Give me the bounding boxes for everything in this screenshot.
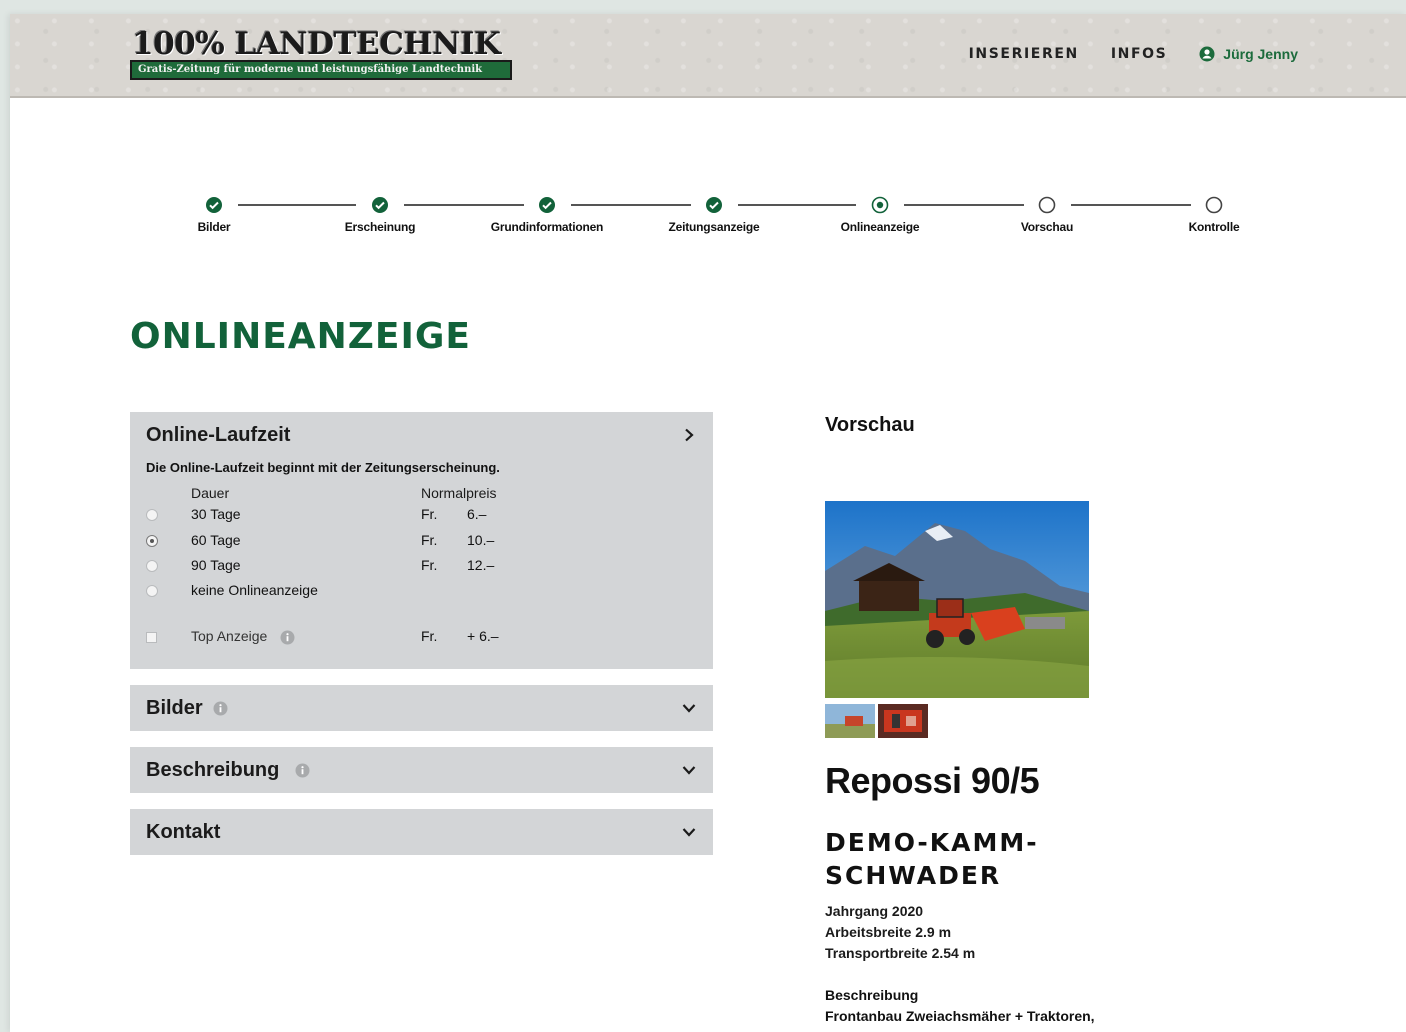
option-label: 30 Tage	[191, 506, 241, 522]
step-label: Zeitungsanzeige	[668, 220, 760, 234]
preview-thumbnail[interactable]	[825, 704, 875, 738]
option-currency: Fr.	[421, 506, 438, 522]
empty-step-icon	[1205, 196, 1223, 214]
beschreibung-panel-header[interactable]: Beschreibung	[130, 747, 713, 793]
panel-title: Beschreibung	[146, 758, 280, 781]
option-90-tage[interactable]: 90 Tage Fr. 12.–	[130, 557, 713, 579]
site-header: 100% LANDTECHNIK Gratis-Zeitung für mode…	[10, 14, 1406, 98]
col-header-dauer: Dauer	[191, 485, 230, 501]
option-label: Top Anzeige	[191, 628, 268, 644]
spec-arbeitsbreite: Arbeitsbreite 2.9 m	[825, 924, 952, 940]
bilder-panel: Bilder	[130, 685, 713, 731]
step-erscheinung[interactable]: Erscheinung	[320, 196, 440, 234]
nav-inserieren[interactable]: INSERIEREN	[969, 46, 1079, 62]
top-nav: INSERIEREN INFOS Jürg Jenny	[969, 46, 1298, 62]
chevron-down-icon	[682, 766, 696, 775]
radio-button[interactable]	[146, 560, 158, 572]
kontakt-panel: Kontakt	[130, 809, 713, 855]
panel-title: Bilder	[146, 696, 203, 719]
panel-title: Kontakt	[146, 820, 221, 843]
chevron-right-icon	[685, 428, 694, 442]
spec-transportbreite: Transportbreite 2.54 m	[825, 945, 976, 961]
option-top-anzeige[interactable]: Top Anzeige Fr. + 6.–	[130, 628, 713, 650]
option-price: + 6.–	[467, 628, 499, 644]
option-currency: Fr.	[421, 628, 438, 644]
ad-description: Frontanbau Zweiachsmäher + Traktoren,	[825, 1008, 1095, 1024]
option-price: 12.–	[467, 557, 495, 573]
user-menu[interactable]: Jürg Jenny	[1199, 46, 1298, 62]
step-label: Vorschau	[1020, 220, 1074, 234]
step-label: Erscheinung	[344, 220, 416, 234]
info-icon[interactable]	[295, 763, 310, 778]
preview-thumbnail[interactable]	[878, 704, 928, 738]
info-icon[interactable]	[280, 630, 295, 645]
chevron-down-icon	[682, 704, 696, 713]
ad-subtitle: DEMO-KAMM-SCHWADER	[825, 828, 1039, 890]
option-price: 10.–	[467, 532, 495, 548]
logo[interactable]: 100% LANDTECHNIK Gratis-Zeitung für mode…	[130, 26, 512, 82]
info-icon[interactable]	[213, 701, 228, 716]
beschreibung-panel: Beschreibung	[130, 747, 713, 793]
step-onlineanzeige[interactable]: Onlineanzeige	[820, 196, 940, 234]
empty-step-icon	[1038, 196, 1056, 214]
option-currency: Fr.	[421, 532, 438, 548]
panel-title: Online-Laufzeit	[146, 423, 291, 446]
bilder-panel-header[interactable]: Bilder	[130, 685, 713, 731]
current-step-icon	[871, 196, 889, 214]
laufzeit-options: Dauer Normalpreis 30 Tage Fr. 6.– 60 Tag…	[130, 485, 713, 675]
option-keine-onlineanzeige[interactable]: keine Onlineanzeige	[130, 582, 713, 604]
spec-jahrgang: Jahrgang 2020	[825, 903, 924, 919]
step-vorschau[interactable]: Vorschau	[987, 196, 1107, 234]
option-30-tage[interactable]: 30 Tage Fr. 6.–	[130, 506, 713, 528]
preview-main-image[interactable]	[825, 501, 1089, 698]
col-header-normalpreis: Normalpreis	[421, 485, 497, 501]
chevron-down-icon	[682, 828, 696, 837]
radio-button[interactable]	[146, 585, 158, 597]
laufzeit-subtitle: Die Online-Laufzeit beginnt mit der Zeit…	[146, 460, 500, 475]
page-title: ONLINEANZEIGE	[130, 316, 472, 357]
option-label: 90 Tage	[191, 557, 241, 573]
check-icon	[372, 197, 388, 213]
user-name: Jürg Jenny	[1223, 46, 1298, 62]
step-bilder[interactable]: Bilder	[154, 196, 274, 234]
laufzeit-panel: Online-Laufzeit Die Online-Laufzeit begi…	[130, 412, 713, 669]
step-label: Grundinformationen	[490, 220, 604, 234]
nav-infos[interactable]: INFOS	[1111, 46, 1167, 62]
ad-description-heading: Beschreibung	[825, 987, 919, 1003]
step-kontrolle[interactable]: Kontrolle	[1154, 196, 1274, 234]
logo-title: 100% LANDTECHNIK	[132, 26, 501, 62]
radio-button-selected[interactable]	[146, 535, 158, 547]
option-price: 6.–	[467, 506, 487, 522]
step-label: Bilder	[197, 220, 231, 234]
kontakt-panel-header[interactable]: Kontakt	[130, 809, 713, 855]
step-zeitungsanzeige[interactable]: Zeitungsanzeige	[654, 196, 774, 234]
ad-specs: Jahrgang 2020 Arbeitsbreite 2.9 m Transp…	[825, 901, 975, 964]
check-icon	[539, 197, 555, 213]
ad-title: Repossi 90/5	[825, 760, 1040, 801]
step-label: Onlineanzeige	[840, 220, 920, 234]
option-label: 60 Tage	[191, 532, 241, 548]
step-grundinformationen[interactable]: Grundinformationen	[487, 196, 607, 234]
option-currency: Fr.	[421, 557, 438, 573]
laufzeit-panel-header[interactable]: Online-Laufzeit	[130, 412, 713, 458]
user-icon	[1199, 46, 1215, 62]
progress-stepper: Bilder Erscheinung Grundinformationen Ze…	[170, 196, 1250, 256]
step-label: Kontrolle	[1188, 220, 1240, 234]
check-icon	[206, 197, 222, 213]
check-icon	[706, 197, 722, 213]
preview-heading: Vorschau	[825, 414, 915, 436]
checkbox[interactable]	[146, 632, 157, 643]
logo-tagline: Gratis-Zeitung für moderne und leistungs…	[130, 60, 512, 80]
option-60-tage[interactable]: 60 Tage Fr. 10.–	[130, 532, 713, 554]
option-label: keine Onlineanzeige	[191, 582, 318, 598]
page: 100% LANDTECHNIK Gratis-Zeitung für mode…	[10, 14, 1406, 1032]
radio-button[interactable]	[146, 509, 158, 521]
